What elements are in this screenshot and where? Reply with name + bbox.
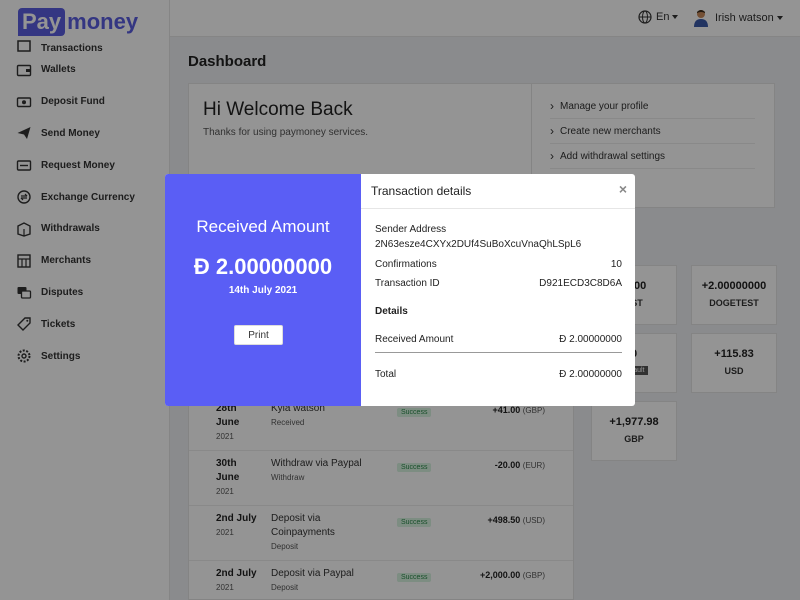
total-label: Total	[375, 369, 397, 380]
sender-address-label-row: Sender Address	[375, 224, 622, 235]
modal-summary-panel: Received Amount Đ 2.00000000 14th July 2…	[165, 174, 361, 406]
close-icon[interactable]: ×	[619, 181, 627, 197]
transaction-id-row: Transaction ID D921ECD3C8D6A	[375, 278, 622, 289]
sender-address-value: 2N63esze4CXYx2DUf4SuBoXcuVnaQhLSpL6	[375, 239, 582, 250]
confirmations-label: Confirmations	[375, 259, 437, 270]
transaction-date: 14th July 2021	[228, 285, 298, 296]
sender-address-label: Sender Address	[375, 224, 447, 235]
received-amount-detail: Đ 2.00000000	[559, 334, 622, 345]
modal-title: Transaction details	[371, 184, 472, 198]
divider	[375, 352, 622, 353]
modal-details-panel: Transaction details × Sender Address 2N6…	[361, 174, 635, 406]
total-row: Total Đ 2.00000000	[375, 369, 622, 380]
confirmations-value: 10	[610, 259, 622, 270]
received-amount-title: Received Amount	[196, 217, 330, 236]
received-amount-row: Received Amount Đ 2.00000000	[375, 334, 622, 345]
transaction-details-modal: Received Amount Đ 2.00000000 14th July 2…	[165, 174, 635, 406]
transaction-id-value: D921ECD3C8D6A	[539, 278, 622, 289]
received-amount-label: Received Amount	[375, 334, 454, 345]
print-button[interactable]: Print	[234, 325, 283, 345]
transaction-id-label: Transaction ID	[375, 278, 440, 289]
received-amount-value: Đ 2.00000000	[193, 254, 333, 279]
sender-address-value-row: 2N63esze4CXYx2DUf4SuBoXcuVnaQhLSpL6	[375, 239, 622, 250]
details-heading: Details	[375, 306, 408, 317]
confirmations-row: Confirmations 10	[375, 259, 622, 270]
total-value: Đ 2.00000000	[559, 369, 622, 380]
modal-header: Transaction details ×	[361, 174, 635, 209]
